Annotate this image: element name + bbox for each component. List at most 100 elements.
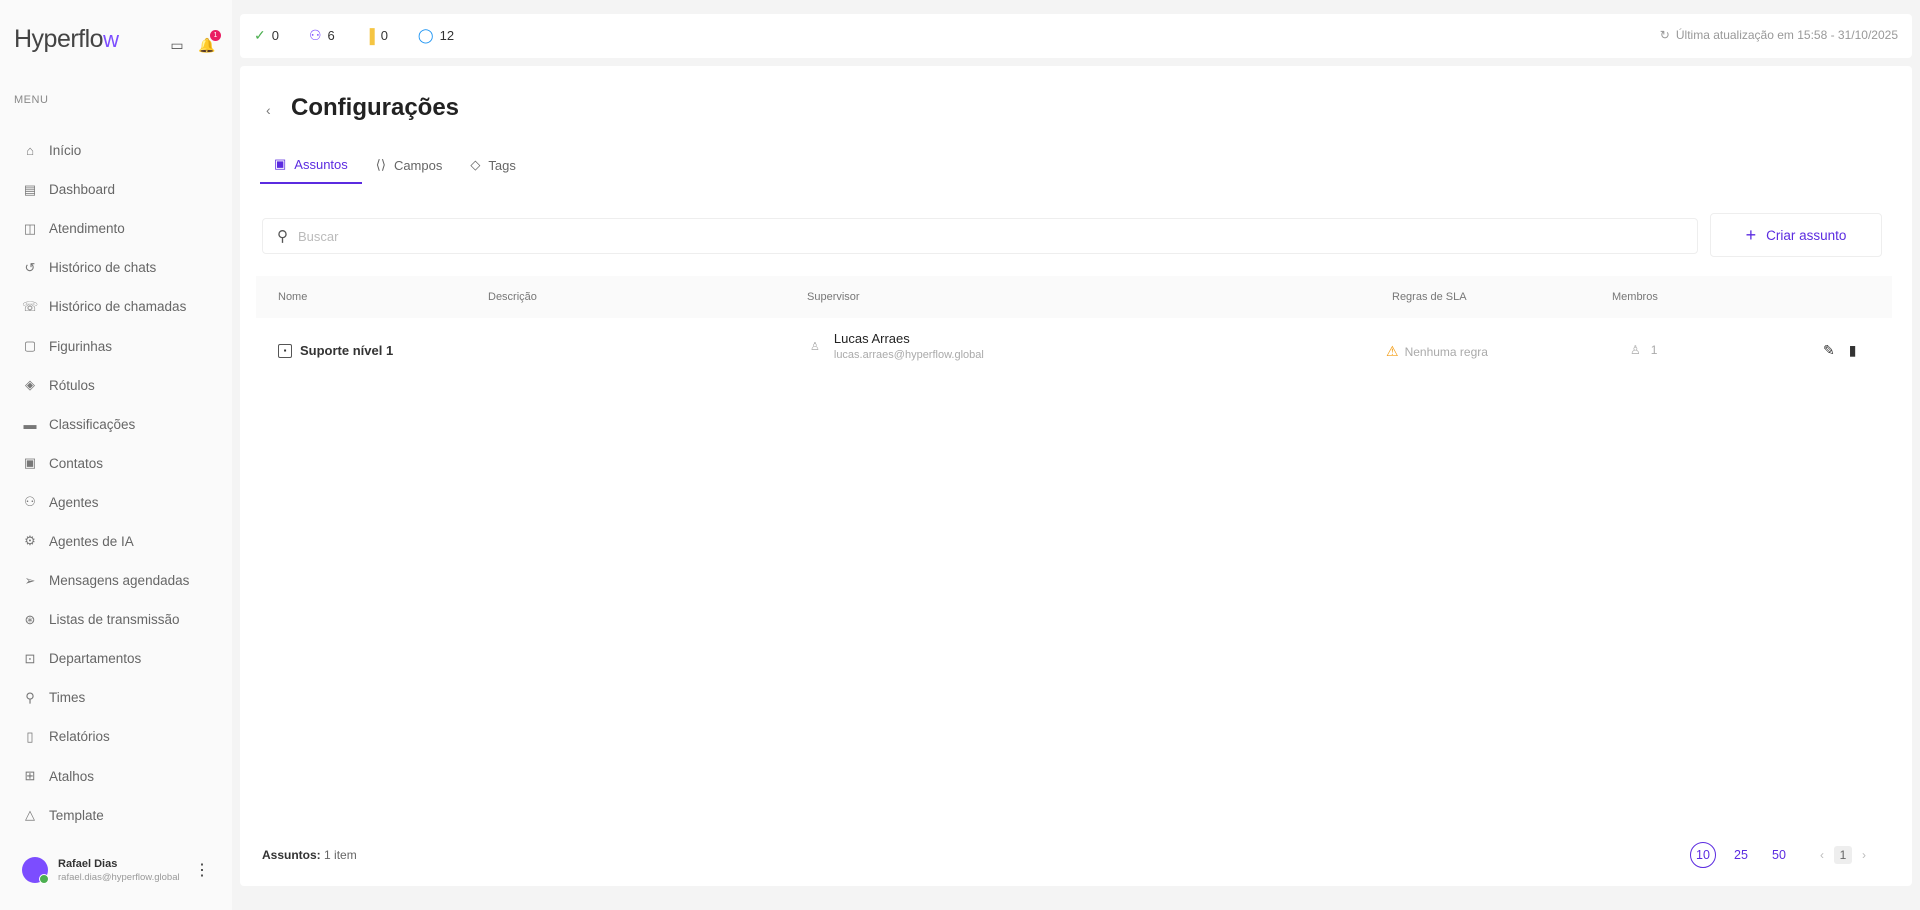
sidebar-item-label: Listas de transmissão <box>49 612 180 628</box>
stat-pending[interactable]: ▐ 0 <box>365 27 388 44</box>
sidebar-item-template[interactable]: △ Template <box>22 796 189 835</box>
notification-badge: 1 <box>210 30 221 41</box>
chevron-left-icon[interactable]: ‹ <box>1820 848 1824 862</box>
sidebar-item-historico-chamadas[interactable]: ☏ Histórico de chamadas <box>22 287 189 326</box>
warning-icon: ⚠ <box>1386 343 1399 359</box>
subject-name: Suporte nível 1 <box>300 343 394 358</box>
sla-cell: ⚠ Nenhuma regra <box>1386 343 1488 360</box>
top-bar: ✓ 0 ⚇ 6 ▐ 0 ◯ 12 ↻ Última atualização em 15:5… <box>240 14 1912 58</box>
row-actions: ✎ ▮ <box>1823 342 1856 359</box>
tab-tags[interactable]: ◇ Tags <box>456 146 529 184</box>
column-header-supervisor[interactable]: Supervisor <box>807 291 860 303</box>
subject-name-cell: ▪ Suporte nível 1 <box>278 343 393 358</box>
stat-resolved[interactable]: ✓ 0 <box>254 27 279 44</box>
sidebar-item-figurinhas[interactable]: ▢ Figurinhas <box>22 326 189 365</box>
sidebar-item-atalhos[interactable]: ⊞ Atalhos <box>22 757 189 796</box>
stat-value: 6 <box>327 28 335 43</box>
report-icon: ▯ <box>26 728 34 744</box>
user-icon: ♙ <box>1630 343 1641 357</box>
logo-text: Hyperflo <box>14 25 104 53</box>
sidebar-item-classificacoes[interactable]: ▬ Classificações <box>22 405 189 444</box>
search-box: ⚲ <box>262 218 1698 254</box>
footer-label: Assuntos: <box>262 848 321 862</box>
stat-messages[interactable]: ◯ 12 <box>418 27 454 44</box>
members-cell: ♙ 1 <box>1630 343 1657 357</box>
sidebar-item-label: Relatórios <box>49 729 110 745</box>
sidebar-item-departamentos[interactable]: ⊡ Departamentos <box>22 639 189 678</box>
supervisor-cell: ♙ Lucas Arraes lucas.arraes@hyperflow.gl… <box>810 331 984 361</box>
send-icon: ➢ <box>24 572 36 588</box>
user-email: rafael.dias@hyperflow.global <box>58 871 180 883</box>
sidebar-item-historico-chats[interactable]: ↺ Histórico de chats <box>22 248 189 287</box>
sticker-icon: ▢ <box>23 338 37 354</box>
page-size-selector: 10 25 50 <box>1690 842 1792 868</box>
tab-assuntos[interactable]: ▣ Assuntos <box>260 146 362 184</box>
sidebar-item-label: Agentes <box>49 494 99 510</box>
tab-label: Assuntos <box>294 156 348 172</box>
page-size-50[interactable]: 50 <box>1766 842 1792 868</box>
sidebar-item-rotulos[interactable]: ◈ Rótulos <box>22 366 189 405</box>
sidebar-item-agentes[interactable]: ⚇ Agentes <box>22 483 189 522</box>
sla-text: Nenhuma regra <box>1404 344 1488 359</box>
sidebar-item-atendimento[interactable]: ◫ Atendimento <box>22 209 189 248</box>
sidebar-item-mensagens-agendadas[interactable]: ➢ Mensagens agendadas <box>22 561 190 600</box>
sidebar-item-contatos[interactable]: ▣ Contatos <box>22 444 189 483</box>
sidebar-item-times[interactable]: ⚲ Times <box>22 678 189 717</box>
page-title: Configurações <box>291 94 460 121</box>
create-subject-label: Criar assunto <box>1766 227 1847 243</box>
page-size-25[interactable]: 25 <box>1728 842 1754 868</box>
users-icon: ⚇ <box>308 27 322 43</box>
sidebar-item-relatorios[interactable]: ▯ Relatórios <box>22 717 189 756</box>
sidebar-menu: ⌂ Início ▤ Dashboard ◫ Atendimento ↺ Históri… <box>22 131 189 835</box>
sidebar-item-label: Rótulos <box>49 377 95 393</box>
sidebar-item-label: Dashboard <box>49 182 116 198</box>
page-size-10[interactable]: 10 <box>1690 842 1716 868</box>
folder-icon: ▬ <box>23 416 37 432</box>
last-update: ↻ Última atualização em 15:58 - 31/10/202… <box>1660 28 1898 42</box>
column-header-members[interactable]: Membros <box>1612 291 1658 303</box>
members-count: 1 <box>1650 343 1658 357</box>
more-vertical-icon[interactable]: ⋮ <box>194 860 210 880</box>
agents-icon: ⚇ <box>24 494 36 510</box>
sidebar-item-label: Figurinhas <box>49 338 113 354</box>
column-header-sla[interactable]: Regras de SLA <box>1392 291 1467 303</box>
sidebar-item-label: Histórico de chamadas <box>49 299 187 315</box>
search-icon: ⚲ <box>277 228 288 245</box>
user-profile[interactable]: Rafael Dias rafael.dias@hyperflow.global… <box>22 857 222 884</box>
sidebar-item-inicio[interactable]: ⌂ Início <box>22 131 189 170</box>
bell-icon[interactable]: 🔔 1 <box>198 30 221 54</box>
search-input[interactable] <box>298 228 1697 244</box>
stat-value: 12 <box>439 28 455 43</box>
sidebar: Hyperflow ▭ 🔔 1 MENU ⌂ Início ▤ Dashboard ◫… <box>0 0 232 910</box>
team-icon: ⚲ <box>25 689 35 705</box>
sidebar-item-agentes-ia[interactable]: ⚙ Agentes de IA <box>22 522 189 561</box>
table-row[interactable]: ▪ Suporte nível 1 ♙ Lucas Arraes lucas.ar… <box>256 328 1892 374</box>
dashboard-icon: ▤ <box>23 181 37 197</box>
logo[interactable]: Hyperflow <box>14 25 119 54</box>
current-page[interactable]: 1 <box>1834 846 1852 864</box>
chevron-right-icon[interactable]: › <box>1862 848 1866 862</box>
create-subject-button[interactable]: + Criar assunto <box>1710 213 1882 257</box>
template-icon: △ <box>25 807 35 823</box>
sidebar-item-dashboard[interactable]: ▤ Dashboard <box>22 170 189 209</box>
edit-icon[interactable]: ✎ <box>1823 342 1835 359</box>
column-header-name[interactable]: Nome <box>278 291 307 303</box>
chevron-left-icon[interactable]: ‹ <box>266 102 271 118</box>
sidebar-toggle-icon[interactable]: ▭ <box>168 36 186 54</box>
home-icon: ⌂ <box>26 143 34 159</box>
avatar <box>22 857 49 884</box>
subject-icon: ▣ <box>274 156 287 171</box>
plus-icon: + <box>1745 224 1757 245</box>
sidebar-item-listas-transmissao[interactable]: ⊛ Listas de transmissão <box>22 600 189 639</box>
tab-campos[interactable]: ⟨⟩ Campos <box>362 146 457 184</box>
phone-icon: ☏ <box>22 298 39 314</box>
stat-users[interactable]: ⚇ 6 <box>309 27 335 44</box>
sidebar-item-label: Histórico de chats <box>49 260 157 276</box>
pagination: ‹ 1 › <box>1820 846 1866 864</box>
footer-count-text: 1 item <box>324 848 357 862</box>
ai-icon: ⚙ <box>24 533 36 549</box>
trash-icon[interactable]: ▮ <box>1849 342 1857 359</box>
column-header-description[interactable]: Descrição <box>488 291 537 303</box>
fields-icon: ⟨⟩ <box>375 157 386 172</box>
refresh-icon[interactable]: ↻ <box>1660 28 1670 42</box>
